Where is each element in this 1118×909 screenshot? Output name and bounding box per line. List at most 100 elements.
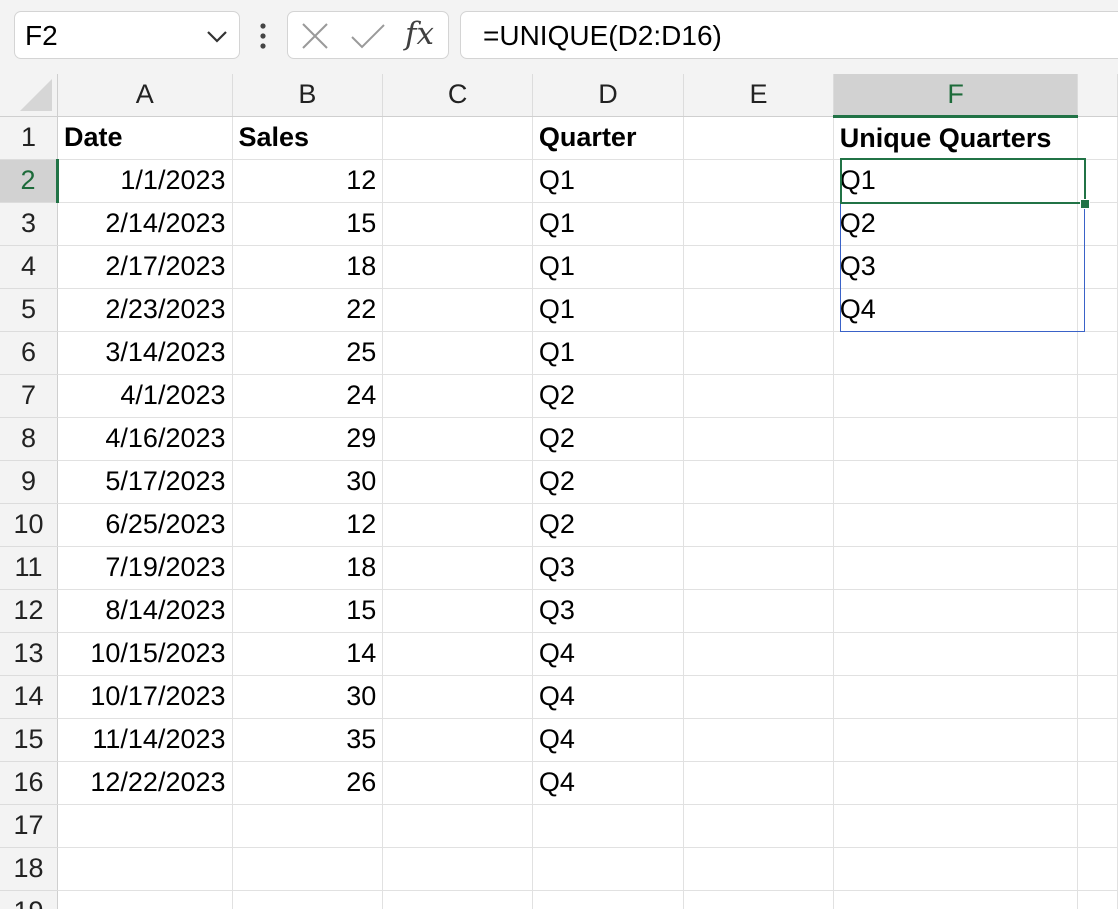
cell-g4[interactable] — [1077, 245, 1118, 289]
cell-b7[interactable]: 24 — [232, 374, 384, 418]
name-box[interactable]: F2 — [14, 11, 240, 59]
cancel-x-icon[interactable] — [300, 22, 330, 50]
row-header[interactable]: 11 — [0, 546, 58, 590]
cell-e13[interactable] — [683, 632, 834, 676]
row-header[interactable]: 13 — [0, 632, 58, 676]
row-header[interactable]: 12 — [0, 589, 58, 633]
cell-g9[interactable] — [1077, 460, 1118, 504]
cell-g17[interactable] — [1077, 804, 1118, 848]
cell-e2[interactable] — [683, 159, 834, 203]
cell-f8[interactable] — [833, 417, 1079, 461]
cell-d17[interactable] — [532, 804, 685, 848]
cell-c6[interactable] — [382, 331, 533, 375]
cell-e4[interactable] — [683, 245, 834, 289]
cell-a2[interactable]: 1/1/2023 — [57, 159, 233, 203]
cell-g1[interactable] — [1077, 116, 1118, 160]
cell-d9[interactable]: Q2 — [532, 460, 685, 504]
cell-f13[interactable] — [833, 632, 1079, 676]
cell-b19[interactable] — [232, 890, 384, 909]
cell-c2[interactable] — [382, 159, 533, 203]
select-all-corner[interactable] — [0, 74, 58, 117]
cell-b10[interactable]: 12 — [232, 503, 384, 547]
cell-e19[interactable] — [683, 890, 834, 909]
cell-b3[interactable]: 15 — [232, 202, 384, 246]
cell-a8[interactable]: 4/16/2023 — [57, 417, 233, 461]
cell-b14[interactable]: 30 — [232, 675, 384, 719]
cell-a1[interactable]: Date — [57, 116, 233, 160]
cell-a19[interactable] — [57, 890, 233, 909]
cell-g10[interactable] — [1077, 503, 1118, 547]
cell-g5[interactable] — [1077, 288, 1118, 332]
cell-g12[interactable] — [1077, 589, 1118, 633]
column-header-f[interactable]: F — [833, 74, 1079, 118]
row-header[interactable]: 4 — [0, 245, 58, 289]
cell-f12[interactable] — [833, 589, 1079, 633]
row-header[interactable]: 5 — [0, 288, 58, 332]
column-header-b[interactable]: B — [232, 74, 384, 117]
column-header-g[interactable] — [1077, 74, 1118, 117]
cell-a11[interactable]: 7/19/2023 — [57, 546, 233, 590]
cell-e5[interactable] — [683, 288, 834, 332]
cell-b11[interactable]: 18 — [232, 546, 384, 590]
cell-d3[interactable]: Q1 — [532, 202, 685, 246]
row-header[interactable]: 8 — [0, 417, 58, 461]
cell-g7[interactable] — [1077, 374, 1118, 418]
cell-f9[interactable] — [833, 460, 1079, 504]
cell-e10[interactable] — [683, 503, 834, 547]
cell-d2[interactable]: Q1 — [532, 159, 685, 203]
cell-c19[interactable] — [382, 890, 533, 909]
cell-e6[interactable] — [683, 331, 834, 375]
cell-d11[interactable]: Q3 — [532, 546, 685, 590]
cell-d10[interactable]: Q2 — [532, 503, 685, 547]
column-header-a[interactable]: A — [57, 74, 233, 117]
cell-f3[interactable]: Q2 — [833, 202, 1079, 246]
cell-b5[interactable]: 22 — [232, 288, 384, 332]
column-header-c[interactable]: C — [382, 74, 533, 117]
cell-f19[interactable] — [833, 890, 1079, 909]
cell-d14[interactable]: Q4 — [532, 675, 685, 719]
cell-b1[interactable]: Sales — [232, 116, 384, 160]
cell-e18[interactable] — [683, 847, 834, 891]
insert-function-button[interactable]: fx — [405, 16, 434, 52]
cell-b2[interactable]: 12 — [232, 159, 384, 203]
cell-a5[interactable]: 2/23/2023 — [57, 288, 233, 332]
cell-b17[interactable] — [232, 804, 384, 848]
cell-d19[interactable] — [532, 890, 685, 909]
cell-a9[interactable]: 5/17/2023 — [57, 460, 233, 504]
cell-a12[interactable]: 8/14/2023 — [57, 589, 233, 633]
cell-f16[interactable] — [833, 761, 1079, 805]
cell-a13[interactable]: 10/15/2023 — [57, 632, 233, 676]
cell-a4[interactable]: 2/17/2023 — [57, 245, 233, 289]
cell-g3[interactable] — [1077, 202, 1118, 246]
cell-f10[interactable] — [833, 503, 1079, 547]
cell-g11[interactable] — [1077, 546, 1118, 590]
row-header[interactable]: 14 — [0, 675, 58, 719]
more-options-icon[interactable] — [253, 20, 273, 52]
row-header[interactable]: 2 — [0, 159, 59, 203]
cell-c16[interactable] — [382, 761, 533, 805]
cell-e12[interactable] — [683, 589, 834, 633]
cell-f11[interactable] — [833, 546, 1079, 590]
cell-e9[interactable] — [683, 460, 834, 504]
cell-g14[interactable] — [1077, 675, 1118, 719]
cell-c10[interactable] — [382, 503, 533, 547]
cell-c15[interactable] — [382, 718, 533, 762]
cell-b16[interactable]: 26 — [232, 761, 384, 805]
name-box-value[interactable]: F2 — [25, 20, 58, 52]
cell-a6[interactable]: 3/14/2023 — [57, 331, 233, 375]
cell-b4[interactable]: 18 — [232, 245, 384, 289]
cell-c13[interactable] — [382, 632, 533, 676]
cell-f5[interactable]: Q4 — [833, 288, 1079, 332]
cell-d6[interactable]: Q1 — [532, 331, 685, 375]
cell-a18[interactable] — [57, 847, 233, 891]
cell-g16[interactable] — [1077, 761, 1118, 805]
cell-f2[interactable]: Q1 — [833, 159, 1079, 203]
cell-a17[interactable] — [57, 804, 233, 848]
row-header[interactable]: 17 — [0, 804, 58, 848]
cell-b8[interactable]: 29 — [232, 417, 384, 461]
cell-a16[interactable]: 12/22/2023 — [57, 761, 233, 805]
cell-f18[interactable] — [833, 847, 1079, 891]
cell-d4[interactable]: Q1 — [532, 245, 685, 289]
cell-c11[interactable] — [382, 546, 533, 590]
cell-c12[interactable] — [382, 589, 533, 633]
